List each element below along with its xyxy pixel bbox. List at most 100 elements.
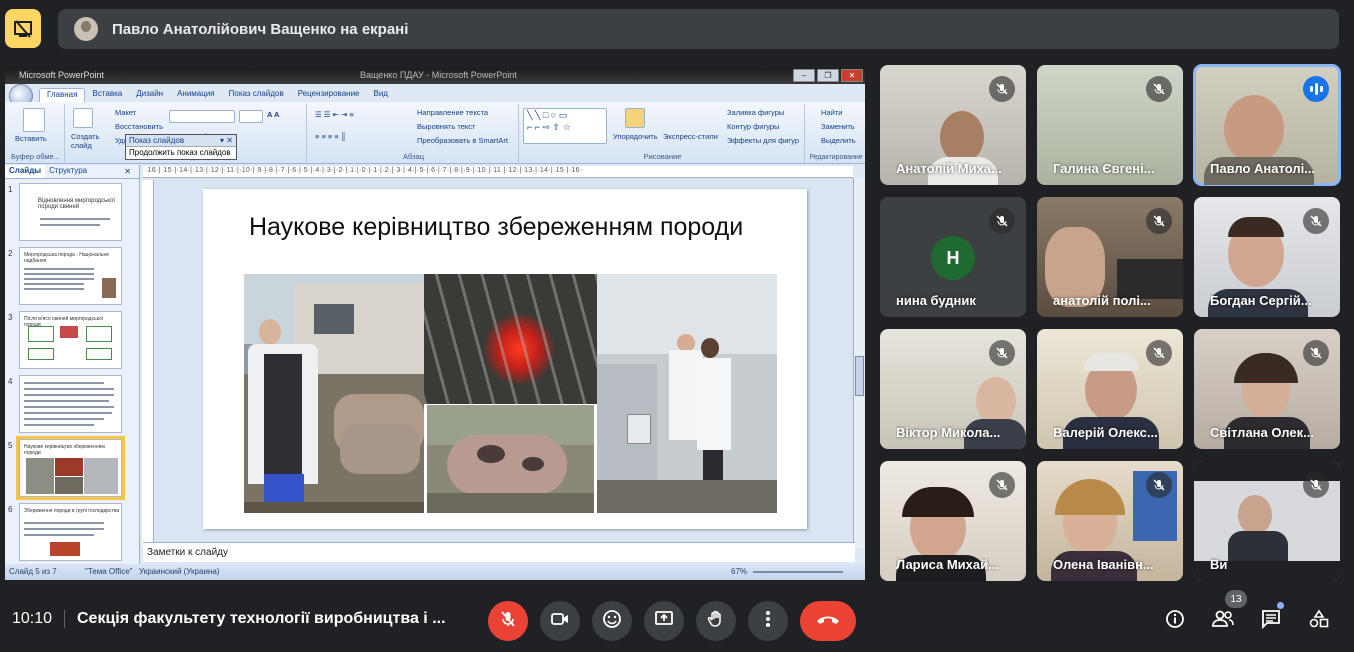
new-slide-button[interactable]: Создать слайд [71,132,101,150]
select-button[interactable]: Выделить [821,136,856,145]
participant-name: Лариса Михай... [896,557,999,572]
slide-thumbnail-4[interactable] [19,375,122,433]
reset-button[interactable]: Восстановить [115,122,163,131]
shapes-icons-row2[interactable]: ⌐ ⌐ ⇨ ⇧ ☆ [527,122,571,133]
paste-icon[interactable] [23,108,45,132]
slide-thumbnail-5[interactable]: Наукове керівництво збереженням породи [16,436,125,500]
zoom-slider[interactable] [753,571,843,573]
slide-photo-piglets [424,274,597,404]
font-size-select[interactable] [239,110,263,123]
ribbon-tab-home[interactable]: Главная [39,88,86,102]
slide-thumbnail-6[interactable]: Збереження породи в групі господарства [19,503,122,561]
more-options-button[interactable] [748,601,788,641]
current-slide[interactable]: Наукове керівництво збереженням породи [203,189,807,529]
camera-icon [550,611,570,632]
text-direction-button[interactable]: Направление текста [417,108,488,117]
participant-name: нина будник [896,293,976,308]
participant-tile[interactable]: Олена Іванівн... [1037,461,1183,581]
ribbon-tab-animation[interactable]: Анимация [170,88,222,102]
participant-name: Ви [1210,557,1228,572]
participant-tile[interactable]: Павло Анатолі... [1193,64,1341,186]
list-icons[interactable]: ☰ ☰ ⇤ ⇥ ≡ [315,110,354,119]
shape-outline-button[interactable]: Контур фигуры [727,122,779,131]
muted-mic-icon [1146,76,1172,102]
arrange-button[interactable]: Упорядочить [613,132,658,141]
font-family-select[interactable] [169,110,235,123]
leave-call-button[interactable] [800,601,856,641]
ribbon-tab-insert[interactable]: Вставка [85,88,129,102]
ribbon-tab-view[interactable]: Вид [367,88,395,102]
ribbon-tab-design[interactable]: Дизайн [129,88,170,102]
ribbon-tab-review[interactable]: Рецензирование [291,88,367,102]
microphone-button[interactable] [488,601,528,641]
raise-hand-button[interactable] [696,601,736,641]
document-title: Ващенко ПДАУ - Microsoft PowerPoint [360,70,517,80]
slide-scrollbar[interactable] [853,178,865,548]
slide-thumbnail-1[interactable]: Відновлення миргородської породи свиней [19,183,122,241]
muted-mic-icon [1146,472,1172,498]
participant-tile[interactable]: Н нина будник [880,197,1026,317]
thumb-number: 2 [8,249,13,258]
participant-tile[interactable]: Ви [1194,461,1340,581]
tab-outline[interactable]: Структура [45,165,91,178]
clipboard-label: Буфер обме... [11,152,60,161]
participant-tile[interactable]: анатолій полі... [1037,197,1183,317]
present-button[interactable] [644,601,684,641]
participant-tile[interactable]: Галина Євгені... [1037,65,1183,185]
window-controls: – ❐ ✕ [793,69,863,82]
divider [64,610,65,628]
shape-effects-button[interactable]: Эффекты для фигур [727,136,799,145]
maximize-icon[interactable]: ❐ [817,69,839,82]
close-icon[interactable]: ✕ [841,69,863,82]
avatar: Н [931,236,975,280]
vertical-ruler [142,180,154,546]
slide-editor: Наукове керівництво збереженням породи [155,178,853,548]
align-text-button[interactable]: Выровнять текст [417,122,475,131]
participant-tile[interactable]: Лариса Михай... [880,461,1026,581]
hang-up-icon [815,612,841,630]
ruler-text: ·16·|·15·|·14·|·13·|·12·|·11·|·10·|·9·|·… [145,167,583,174]
popup-close-icon[interactable]: ▾ ✕ [220,135,233,147]
slide-counter: Слайд 5 из 7 [9,567,57,576]
camera-button[interactable] [540,601,580,641]
participant-name: анатолій полі... [1053,293,1151,308]
minimize-icon[interactable]: – [793,69,815,82]
people-button[interactable] [1208,606,1238,636]
pane-close-icon[interactable]: ✕ [120,166,135,177]
participant-tile[interactable]: Світлана Олек... [1194,329,1340,449]
arrange-icon[interactable] [625,108,645,128]
quick-styles-button[interactable]: Экспресс-стили [663,132,718,141]
notes-field[interactable]: Заметки к слайду [143,542,855,562]
new-slide-icon[interactable] [73,108,93,128]
paste-button[interactable]: Вставить [15,134,47,143]
slides-pane: Слайды Структура ✕ 1 Відновлення миргоро… [5,165,140,566]
reactions-button[interactable] [592,601,632,641]
shapes-icons[interactable]: ╲ ╲ □ ○ ▭ [527,110,567,121]
replace-button[interactable]: Заменить [821,122,855,131]
info-icon [1165,609,1185,634]
muted-mic-icon [1303,340,1329,366]
shape-fill-button[interactable]: Заливка фигуры [727,108,784,117]
continue-slideshow-item[interactable]: Продолжить показ слайдов [126,147,236,159]
participant-tile[interactable]: Валерій Олекс... [1037,329,1183,449]
chat-button[interactable] [1256,606,1286,636]
slide-thumbnail-2[interactable]: Миргородська порода - Національне надбан… [19,247,122,305]
participant-tile[interactable]: Анатолій Миха... [880,65,1026,185]
participant-tile[interactable]: Віктор Микола... [880,329,1026,449]
align-icons[interactable]: ≡ ≡ ≡ ≡ ║ [315,132,346,141]
participant-name: Валерій Олекс... [1053,425,1158,440]
grow-font-icon[interactable]: A A [267,110,279,119]
find-button[interactable]: Найти [821,108,842,117]
participant-tile[interactable]: Богдан Сергій... [1194,197,1340,317]
meeting-info-button[interactable] [1160,606,1190,636]
slide-thumbnail-3[interactable]: Після м'ясо свиней миргородської породи [19,311,122,369]
ribbon-tab-slideshow[interactable]: Показ слайдов [222,88,291,102]
chat-notification-dot [1277,602,1284,609]
muted-mic-icon [1303,208,1329,234]
people-icon [1212,610,1234,633]
activities-button[interactable] [1304,606,1334,636]
convert-smartart-button[interactable]: Преобразовать в SmartArt [417,136,508,145]
tab-slides[interactable]: Слайды [5,165,46,178]
layout-button[interactable]: Макет [115,108,136,117]
stop-presenting-icon[interactable] [5,9,41,48]
